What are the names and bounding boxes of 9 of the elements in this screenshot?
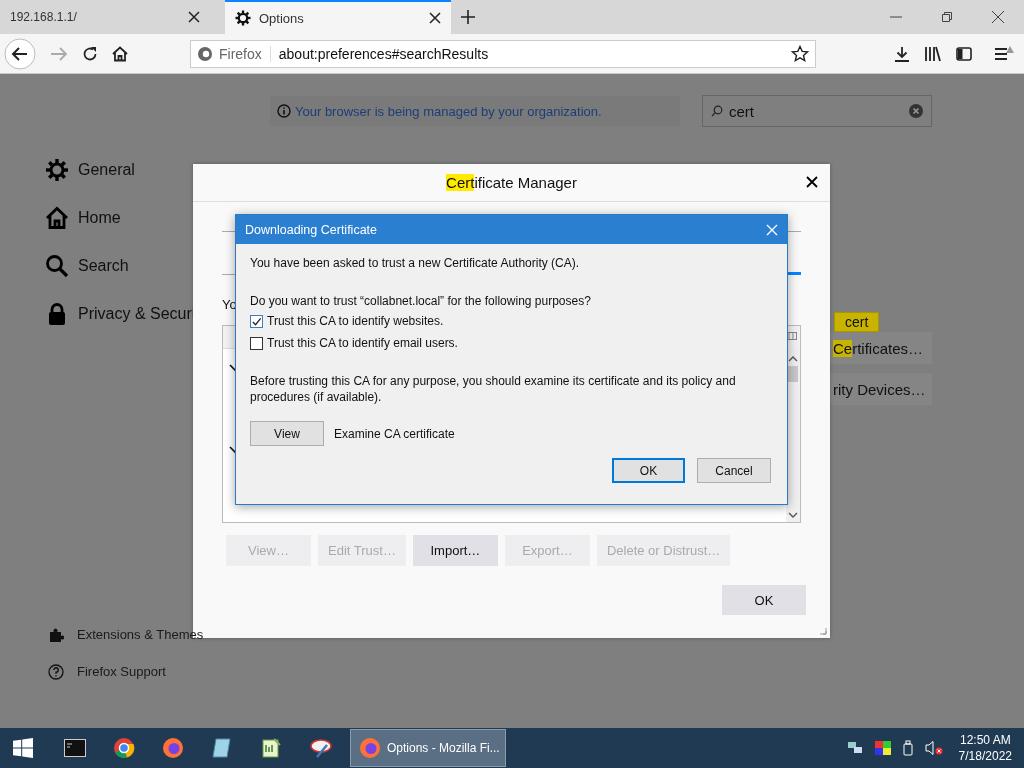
message-text: You have been asked to trust a new Certificate Authority (CA). — [250, 255, 581, 271]
question-text: Do you want to trust “collabnet.local” for the following purposes? — [250, 293, 592, 309]
identity-label: Firefox — [219, 45, 271, 62]
advice-text: Before trusting this CA for any purpose, you should examine its certificate and its policy and procedures (if available). — [250, 373, 737, 405]
notice-text: Your browser is being managed by your organization. — [295, 103, 602, 119]
search-highlight-tooltip: cert — [834, 312, 880, 332]
view-label: Examine CA certificate — [334, 426, 455, 441]
url-text: about:preferences#searchResults — [278, 45, 490, 62]
dialog-title: Downloading Certificate — [245, 222, 377, 237]
